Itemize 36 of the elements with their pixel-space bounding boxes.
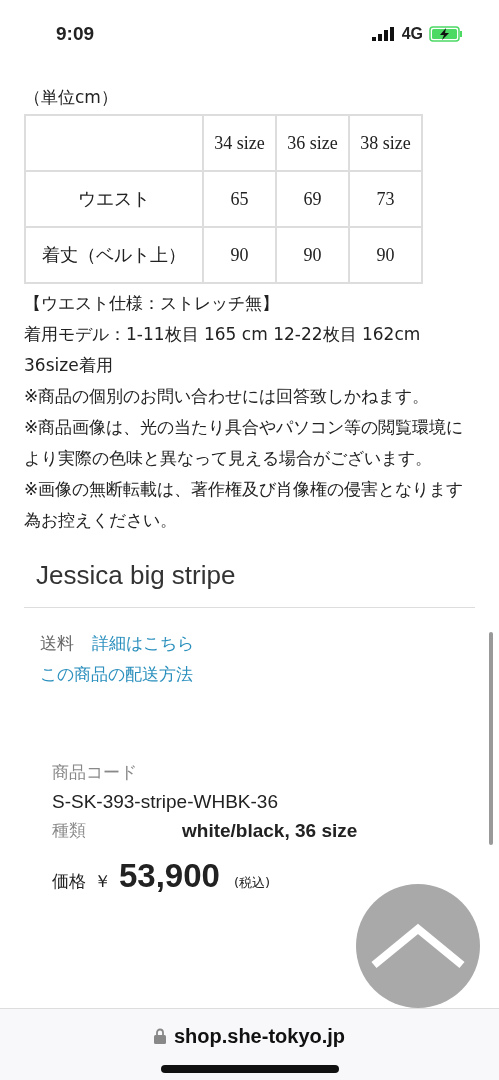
variant-value: white/black, 36 size xyxy=(182,819,358,843)
tax-note: (税込) xyxy=(233,874,271,892)
chevron-up-icon xyxy=(370,921,466,971)
description-text: 【ウエスト仕様：ストレッチ無】 xyxy=(24,292,280,315)
signal-icon xyxy=(371,27,396,41)
description-text: ※商品画像は、光の当たり具合やパソコン等の閲覧環境により実際の色味と異なって見える場合がございます。 xyxy=(24,416,465,470)
currency-symbol: ￥ xyxy=(94,870,111,893)
status-time: 9:09 xyxy=(56,21,95,46)
variant-label: 種類 xyxy=(52,819,87,842)
table-header-cell: 34 size xyxy=(203,115,276,171)
lock-icon xyxy=(153,1028,166,1044)
table-row-label: 着丈（ベルト上） xyxy=(25,227,203,283)
price-value: 53,900 xyxy=(119,861,220,890)
unit-label: （単位cm） xyxy=(24,86,119,109)
product-code: S-SK-393-stripe-WHBK-36 xyxy=(52,790,279,814)
table-header-cell: 38 size xyxy=(349,115,422,171)
table-cell: 90 xyxy=(203,227,276,283)
table-row-label: ウエスト xyxy=(25,171,203,227)
shipping-label: 送料 xyxy=(40,632,74,655)
shipping-details-link[interactable]: 詳細はこちら xyxy=(92,628,194,659)
table-cell: 69 xyxy=(276,171,349,227)
url-text: shop.she-tokyo.jp xyxy=(173,1024,346,1049)
description-text: ※画像の無断転載は、著作権及び肖像権の侵害となります為お控えください。 xyxy=(24,478,465,532)
table-cell: 65 xyxy=(203,171,276,227)
table-header-cell: 36 size xyxy=(276,115,349,171)
table-cell: 90 xyxy=(349,227,422,283)
table-cell: 90 xyxy=(276,227,349,283)
delivery-method-link[interactable]: この商品の配送方法 xyxy=(40,659,193,690)
battery-charging-icon xyxy=(429,26,463,42)
product-title: Jessica big stripe xyxy=(36,559,237,592)
table-cell: 73 xyxy=(349,171,422,227)
description-text: ※商品の個別のお問い合わせには回答致しかねます。 xyxy=(24,385,431,408)
product-code-label: 商品コード xyxy=(52,761,138,784)
network-type: 4G xyxy=(401,24,423,44)
price-label: 価格 xyxy=(52,870,86,893)
description-text: 着用モデル：1-11枚目 165 cm 12-22枚目 162cm 36size着用 xyxy=(24,323,422,377)
